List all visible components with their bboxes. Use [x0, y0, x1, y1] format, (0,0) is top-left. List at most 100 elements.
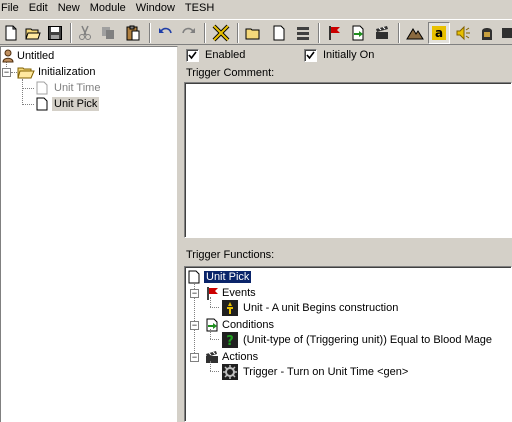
menu-window[interactable]: Window — [133, 0, 175, 16]
function-condition-row[interactable]: ? (Unit-type of (Triggering unit)) Equal… — [222, 332, 492, 348]
function-events-label: Events — [222, 287, 256, 299]
function-trigger-name: Unit Pick — [202, 270, 253, 284]
trigger-editor-button[interactable]: a — [428, 22, 450, 44]
initially-on-checkbox[interactable] — [304, 48, 317, 62]
open-button[interactable] — [22, 22, 44, 44]
paste-clipboard-icon — [126, 25, 140, 41]
trigger-functions-label: Trigger Functions: — [186, 249, 275, 261]
collapse-icon[interactable]: − — [190, 320, 199, 330]
function-actions-label: Actions — [222, 351, 259, 363]
checkmark-icon — [188, 51, 197, 59]
question-condition-icon: ? — [222, 332, 238, 348]
cut-button[interactable] — [74, 22, 96, 44]
collapse-icon[interactable]: − — [190, 288, 199, 298]
function-event-text: Unit - A unit Begins construction — [243, 302, 399, 314]
close-button[interactable] — [210, 22, 232, 44]
collapse-icon[interactable]: − — [2, 67, 11, 77]
tree-item-map[interactable]: Untitled — [1, 48, 56, 64]
initially-on-label: Initially On — [323, 49, 375, 61]
copy-icon — [102, 27, 114, 39]
trigger-functions-tree[interactable]: Unit Pick − Events Unit - A unit Begins … — [184, 266, 512, 422]
trigger-disabled-icon — [36, 81, 48, 95]
object-editor-icon — [482, 28, 492, 40]
new-category-button[interactable] — [242, 22, 264, 44]
enabled-label: Enabled — [205, 49, 246, 61]
function-condition-text: (Unit-type of (Triggering unit)) Equal t… — [243, 334, 493, 346]
trigger-icon — [188, 270, 200, 284]
new-document-icon — [5, 25, 17, 41]
function-events-row[interactable]: − Events — [190, 285, 256, 301]
function-trigger-row[interactable]: Unit Pick — [188, 269, 253, 285]
new-action-icon — [376, 26, 388, 39]
gear-action-icon — [222, 364, 238, 380]
menu-file[interactable]: File — [0, 0, 19, 16]
tree-item-trigger-selected[interactable]: Unit Pick — [36, 96, 100, 112]
terrain-editor-button[interactable] — [404, 22, 426, 44]
undo-button[interactable] — [154, 22, 176, 44]
tree-item-category[interactable]: − Initialization — [2, 64, 97, 80]
undo-icon — [159, 27, 172, 34]
new-comment-icon — [297, 27, 309, 40]
redo-button[interactable] — [178, 22, 200, 44]
new-condition-icon — [352, 25, 364, 41]
ability-editor-icon — [502, 28, 512, 38]
tree-label-map: Untitled — [17, 50, 55, 62]
condition-icon — [206, 318, 218, 332]
tree-label-category: Initialization — [38, 66, 96, 78]
map-icon — [2, 49, 14, 63]
checkmark-icon — [306, 51, 315, 59]
open-folder-icon — [25, 28, 41, 40]
horizontal-splitter[interactable] — [182, 240, 512, 243]
enabled-checkbox-row[interactable]: Enabled — [186, 48, 245, 62]
function-conditions-label: Conditions — [222, 319, 274, 331]
function-action-text: Trigger - Turn on Unit Time <gen> — [243, 366, 409, 378]
tree-label-trigger-selected: Unit Pick — [52, 97, 100, 111]
function-conditions-row[interactable]: − Conditions — [190, 317, 274, 333]
trigger-properties: Enabled Initially On Trigger Comment: Tr… — [182, 46, 512, 422]
menu-new[interactable]: New — [55, 0, 80, 16]
redo-icon — [182, 27, 195, 34]
text-editor-icon: a — [432, 26, 446, 40]
tree-label-trigger: Unit Time — [54, 82, 101, 94]
folder-open-icon — [17, 67, 35, 79]
initially-on-checkbox-row[interactable]: Initially On — [304, 48, 374, 62]
new-condition-button[interactable] — [347, 22, 369, 44]
paste-button[interactable] — [122, 22, 144, 44]
object-editor-button[interactable] — [476, 22, 498, 44]
new-trigger-button[interactable] — [268, 22, 290, 44]
trigger-tree[interactable]: Untitled − Initialization Unit Time Unit… — [0, 46, 178, 422]
enabled-checkbox[interactable] — [186, 48, 199, 62]
new-category-icon — [245, 28, 260, 40]
trigger-comment-textarea[interactable] — [184, 82, 512, 238]
menu-bar: File Edit New Module Window TESH — [0, 0, 512, 16]
trigger-icon — [36, 97, 48, 111]
ability-editor-button[interactable] — [500, 22, 512, 44]
sound-editor-button[interactable] — [452, 22, 474, 44]
unit-event-icon — [222, 300, 238, 316]
new-event-button[interactable] — [323, 22, 345, 44]
function-event-row[interactable]: Unit - A unit Begins construction — [222, 300, 398, 316]
new-button[interactable] — [0, 22, 22, 44]
close-x-icon — [212, 24, 230, 42]
terrain-editor-icon — [406, 28, 424, 40]
action-clapper-icon — [206, 351, 218, 363]
save-disk-icon — [48, 26, 62, 40]
tree-item-trigger[interactable]: Unit Time — [36, 80, 102, 96]
save-button[interactable] — [44, 22, 66, 44]
menu-edit[interactable]: Edit — [26, 0, 48, 16]
function-action-row[interactable]: Trigger - Turn on Unit Time <gen> — [222, 364, 408, 380]
toolbar: a — [0, 19, 512, 45]
new-event-icon — [329, 26, 340, 40]
collapse-icon[interactable]: − — [190, 352, 199, 362]
new-comment-button[interactable] — [292, 22, 314, 44]
copy-button[interactable] — [97, 22, 119, 44]
menu-tesh[interactable]: TESH — [182, 0, 214, 16]
new-action-button[interactable] — [371, 22, 393, 44]
new-trigger-icon — [273, 25, 285, 41]
menu-module[interactable]: Module — [87, 0, 126, 16]
sound-editor-icon — [456, 25, 470, 41]
event-flag-icon — [207, 287, 218, 300]
cut-scissors-icon — [79, 25, 91, 40]
svg-text:?: ? — [226, 334, 234, 348]
function-actions-row[interactable]: − Actions — [190, 349, 258, 365]
